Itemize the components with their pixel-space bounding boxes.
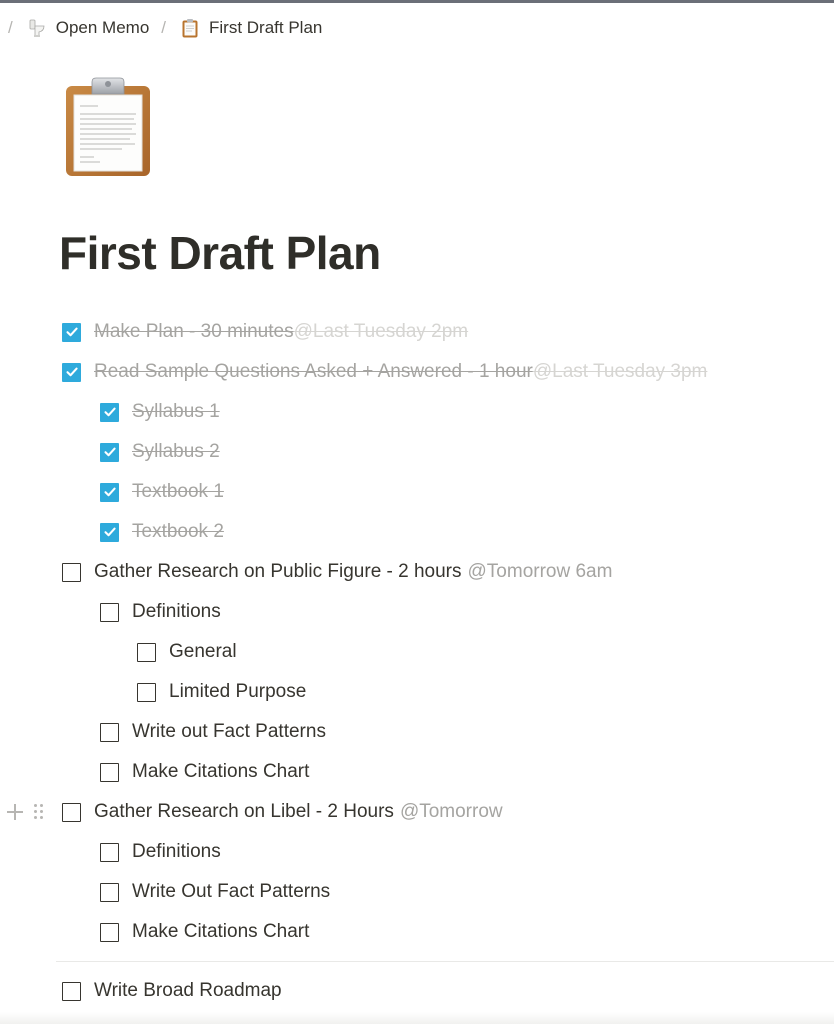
- clipboard-icon: [179, 17, 201, 39]
- checkbox[interactable]: [137, 682, 156, 702]
- add-block-icon[interactable]: [6, 803, 24, 821]
- todo-item[interactable]: Gather Research on Public Figure - 2 hou…: [62, 556, 612, 588]
- checkmark-icon: [65, 325, 79, 339]
- checkbox[interactable]: [62, 981, 81, 1001]
- checkbox-checked[interactable]: [100, 522, 119, 542]
- todo-item[interactable]: Write Out Fact Patterns: [100, 876, 330, 908]
- todo-text[interactable]: General: [169, 641, 237, 663]
- checkbox[interactable]: [100, 842, 119, 862]
- breadcrumb-item-open-memo[interactable]: Open Memo: [22, 15, 154, 41]
- todo-text[interactable]: Definitions: [132, 841, 221, 863]
- todo-text[interactable]: Make Citations Chart: [132, 921, 309, 943]
- checkbox-checked[interactable]: [62, 322, 81, 342]
- breadcrumb-separator: /: [161, 18, 167, 37]
- checkbox-checked[interactable]: [62, 362, 81, 382]
- checkbox[interactable]: [100, 722, 119, 742]
- todo-item[interactable]: Limited Purpose: [137, 676, 306, 708]
- todo-item[interactable]: Gather Research on Libel - 2 Hours @Tomor…: [62, 796, 503, 828]
- breadcrumb: / Open Memo / First Draft Plan: [0, 10, 326, 46]
- date-mention[interactable]: @Last Tuesday 3pm: [533, 361, 708, 383]
- drag-handle-icon[interactable]: [34, 804, 44, 820]
- window-top-edge: [0, 0, 834, 3]
- date-mention[interactable]: @Tomorrow: [400, 801, 503, 823]
- checkmark-icon: [65, 365, 79, 379]
- todo-item[interactable]: Textbook 2: [100, 516, 224, 548]
- date-mention[interactable]: @Tomorrow 6am: [468, 561, 613, 583]
- checkbox[interactable]: [100, 882, 119, 902]
- todo-text[interactable]: Gather Research on Public Figure - 2 hou…: [94, 561, 462, 583]
- todo-item[interactable]: General: [137, 636, 237, 668]
- bottom-scroll-fade: [0, 1012, 834, 1024]
- page-title[interactable]: First Draft Plan: [59, 226, 381, 280]
- checkbox[interactable]: [100, 762, 119, 782]
- breadcrumb-label: First Draft Plan: [209, 18, 323, 37]
- checkmark-icon: [103, 405, 117, 419]
- todo-text[interactable]: Definitions: [132, 601, 221, 623]
- todo-text[interactable]: Textbook 1: [132, 481, 224, 503]
- block-handles: [6, 800, 44, 824]
- todo-item[interactable]: Make Citations Chart: [100, 916, 309, 948]
- checkbox[interactable]: [100, 602, 119, 622]
- todo-text[interactable]: Syllabus 1: [132, 401, 220, 423]
- checkmark-icon: [103, 485, 117, 499]
- todo-item[interactable]: Make Plan - 30 minutes @Last Tuesday 2pm: [62, 316, 468, 348]
- todo-text[interactable]: Limited Purpose: [169, 681, 306, 703]
- todo-item[interactable]: Make Citations Chart: [100, 756, 309, 788]
- todo-text[interactable]: Make Plan - 30 minutes: [94, 321, 294, 343]
- todo-text[interactable]: Write Out Fact Patterns: [132, 881, 330, 903]
- todo-text[interactable]: Make Citations Chart: [132, 761, 309, 783]
- todo-item[interactable]: Write out Fact Patterns: [100, 716, 326, 748]
- breadcrumb-item-first-draft-plan[interactable]: First Draft Plan: [175, 15, 326, 41]
- todo-item[interactable]: Definitions: [100, 596, 221, 628]
- page-clipboard-icon[interactable]: [62, 76, 156, 180]
- todo-text[interactable]: Syllabus 2: [132, 441, 220, 463]
- todo-text[interactable]: Write out Fact Patterns: [132, 721, 326, 743]
- todo-text[interactable]: Gather Research on Libel - 2 Hours: [94, 801, 394, 823]
- todo-item[interactable]: Syllabus 1: [100, 396, 220, 428]
- todo-text[interactable]: Textbook 2: [132, 521, 224, 543]
- block-divider: [56, 961, 834, 962]
- toilet-icon: [26, 17, 48, 39]
- todo-item[interactable]: Definitions: [100, 836, 221, 868]
- checkbox[interactable]: [62, 562, 81, 582]
- breadcrumb-separator: /: [8, 18, 13, 37]
- checkbox-checked[interactable]: [100, 482, 119, 502]
- todo-item[interactable]: Textbook 1: [100, 476, 224, 508]
- checkbox-checked[interactable]: [100, 402, 119, 422]
- todo-text[interactable]: Read Sample Questions Asked + Answered -…: [94, 361, 533, 383]
- todo-item[interactable]: Write Broad Roadmap: [62, 975, 282, 1007]
- breadcrumb-label: Open Memo: [55, 18, 150, 37]
- checkbox[interactable]: [137, 642, 156, 662]
- todo-text[interactable]: Write Broad Roadmap: [94, 980, 282, 1002]
- checkbox[interactable]: [62, 802, 81, 822]
- todo-item[interactable]: Syllabus 2: [100, 436, 220, 468]
- checkmark-icon: [103, 445, 117, 459]
- checkbox[interactable]: [100, 922, 119, 942]
- date-mention[interactable]: @Last Tuesday 2pm: [294, 321, 469, 343]
- checkbox-checked[interactable]: [100, 442, 119, 462]
- todo-item[interactable]: Read Sample Questions Asked + Answered -…: [62, 356, 707, 388]
- checkmark-icon: [103, 525, 117, 539]
